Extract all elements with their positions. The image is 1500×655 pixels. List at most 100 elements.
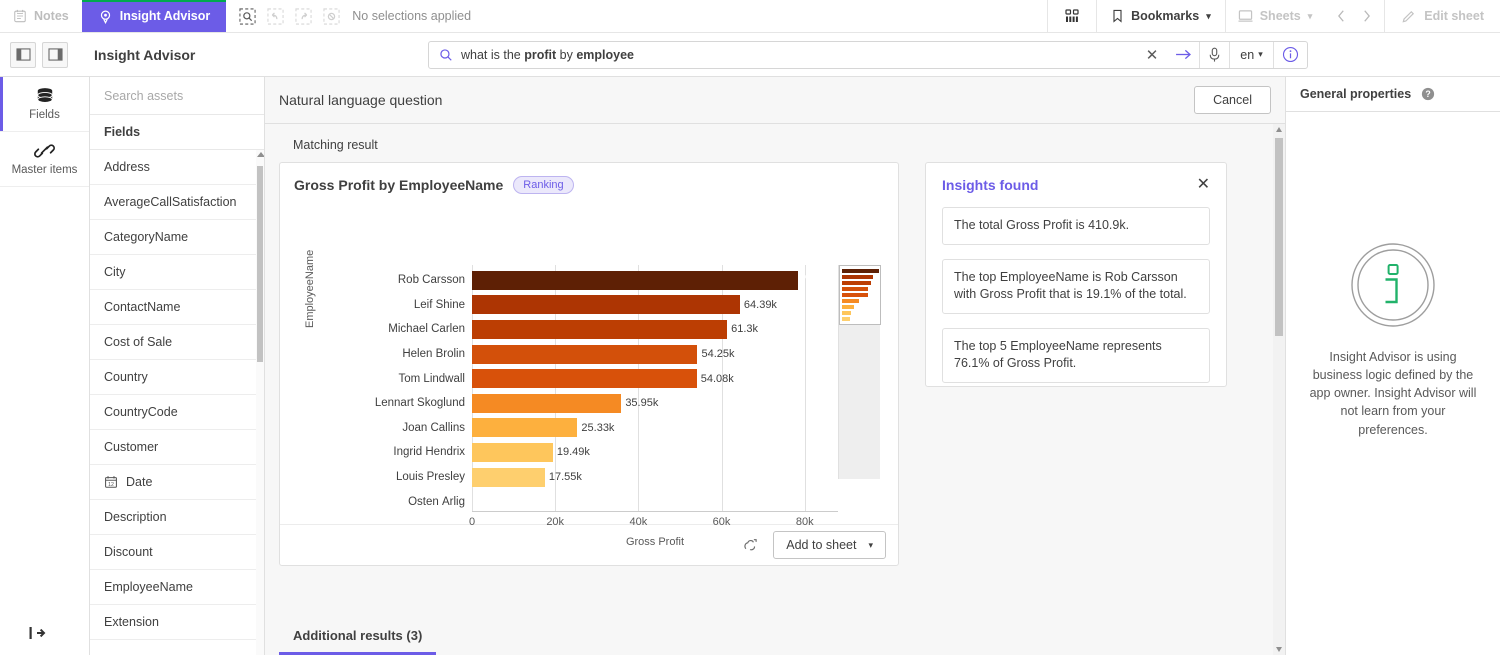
bookmarks-label: Bookmarks: [1131, 9, 1200, 23]
step-back-icon[interactable]: [262, 3, 288, 29]
assets-field-list[interactable]: Address AverageCallSatisfaction Category…: [90, 150, 264, 655]
nlq-search-bar[interactable]: what is the profit by employee ✕ en ▾: [428, 40, 1308, 69]
sheets-button[interactable]: Sheets ▾: [1224, 0, 1325, 32]
chart-bar-row[interactable]: Ingrid Hendrix 19.49k: [324, 440, 838, 465]
list-item[interactable]: AverageCallSatisfaction: [90, 185, 264, 220]
field-label: CountryCode: [104, 405, 178, 419]
clear-search-icon[interactable]: ✕: [1137, 46, 1167, 64]
insight-advisor-info-icon: [1350, 242, 1436, 328]
scrollbar-thumb[interactable]: [257, 166, 263, 362]
assets-panel: Search assets Fields Address AverageCall…: [90, 77, 265, 655]
bar-category-label: Ingrid Hendrix: [393, 446, 465, 459]
field-label: Discount: [104, 545, 153, 559]
toggle-left-panel-button[interactable]: [10, 41, 36, 68]
sidebar-item-fields[interactable]: Fields: [0, 77, 89, 132]
bar-category-label: Helen Brolin: [402, 348, 465, 361]
voice-input-icon[interactable]: [1199, 41, 1229, 68]
list-item[interactable]: ContactName: [90, 290, 264, 325]
x-tick-label: 40k: [629, 516, 648, 528]
minimap-window[interactable]: [839, 265, 881, 325]
bar-chart[interactable]: EmployeeName Rob Carsson 78.54k Leif Shi…: [280, 194, 898, 548]
list-item[interactable]: EmployeeName: [90, 570, 264, 605]
list-item[interactable]: Extension: [90, 605, 264, 640]
cancel-button[interactable]: Cancel: [1194, 86, 1271, 114]
expand-panel-button[interactable]: [0, 625, 89, 655]
edit-sheet-button[interactable]: Edit sheet: [1384, 0, 1500, 32]
bar-value-label: 17.55k: [548, 471, 582, 484]
notes-button[interactable]: Notes: [0, 0, 82, 32]
sheet-icon: [1238, 9, 1253, 23]
next-sheet-button[interactable]: [1361, 9, 1372, 23]
top-bar: Notes Insight Advisor No selections appl…: [0, 0, 1500, 33]
scroll-down-icon[interactable]: [1276, 647, 1282, 652]
search-info-icon[interactable]: [1273, 41, 1307, 68]
insight-advisor-toolbar: Insight Advisor what is the profit by em…: [0, 33, 1500, 77]
list-item[interactable]: City: [90, 255, 264, 290]
bar-value-label: 64.39k: [743, 298, 777, 311]
list-item[interactable]: Address: [90, 150, 264, 185]
x-tick-label: 20k: [546, 516, 565, 528]
assets-scrollbar[interactable]: [256, 150, 264, 655]
chart-bar-row[interactable]: Michael Carlen 61.3k: [324, 317, 838, 342]
page-title: Insight Advisor: [94, 46, 196, 63]
step-forward-icon[interactable]: [290, 3, 316, 29]
submit-search-icon[interactable]: [1167, 48, 1199, 61]
search-icon: [429, 48, 461, 62]
search-input[interactable]: what is the profit by employee: [461, 48, 1137, 62]
properties-title: General properties: [1300, 87, 1412, 101]
scroll-up-icon[interactable]: [257, 152, 264, 157]
chart-bar-row[interactable]: Tom Lindwall 54.08k: [324, 366, 838, 391]
chart-bar-row[interactable]: Joan Callins 25.33k: [324, 416, 838, 441]
assets-search-input[interactable]: Search assets: [90, 77, 264, 115]
chart-x-axis-label: Gross Profit: [625, 536, 685, 548]
list-item[interactable]: Customer: [90, 430, 264, 465]
list-item[interactable]: Description: [90, 500, 264, 535]
field-label: Description: [104, 510, 167, 524]
toggle-right-panel-button[interactable]: [42, 41, 68, 68]
bar-category-label: Tom Lindwall: [398, 372, 465, 385]
list-item[interactable]: Discount: [90, 535, 264, 570]
chart-card[interactable]: Gross Profit by EmployeeName Ranking Emp…: [279, 162, 899, 566]
chart-y-axis-label: EmployeeName: [304, 249, 316, 328]
field-label: City: [104, 265, 126, 279]
clear-selections-icon[interactable]: [318, 3, 344, 29]
tab-additional-results[interactable]: Additional results (3): [279, 618, 437, 655]
bar-value-label: 35.95k: [625, 397, 659, 410]
bar-category-label: Östen Ärlig: [408, 495, 465, 508]
bar-category-label: Joan Callins: [402, 421, 465, 434]
x-tick-label: 80k: [795, 516, 814, 528]
scrollbar-thumb[interactable]: [1275, 138, 1283, 336]
bar-value-label: 78.54k: [800, 274, 834, 287]
chart-bar-row[interactable]: Rob Carsson 78.54k: [324, 268, 838, 293]
link-icon: [34, 142, 55, 160]
results-scrollbar[interactable]: [1273, 124, 1285, 655]
sidebar-item-label: Master items: [11, 164, 78, 176]
bookmarks-button[interactable]: Bookmarks ▾: [1096, 0, 1225, 32]
sidebar-item-master-items[interactable]: Master items: [0, 132, 89, 187]
list-item[interactable]: 12 Date: [90, 465, 264, 500]
chart-bar-row[interactable]: Louis Presley 17.55k: [324, 465, 838, 490]
scroll-up-icon[interactable]: [1276, 127, 1282, 132]
bar-category-label: Rob Carsson: [397, 274, 465, 287]
chart-bar-row[interactable]: Leif Shine 64.39k: [324, 293, 838, 318]
help-icon[interactable]: ?: [1421, 87, 1435, 101]
close-icon[interactable]: ✕: [1197, 177, 1210, 193]
selection-search-icon[interactable]: [234, 3, 260, 29]
chart-bars: Rob Carsson 78.54k Leif Shine 64.39k Mic…: [324, 268, 838, 514]
svg-text:?: ?: [1425, 89, 1430, 99]
list-item[interactable]: Country: [90, 360, 264, 395]
results-area: Matching result Gross Profit by Employee…: [265, 124, 1285, 655]
list-item[interactable]: CategoryName: [90, 220, 264, 255]
chart-bar-row[interactable]: Helen Brolin 54.25k: [324, 342, 838, 367]
language-selector[interactable]: en ▾: [1229, 41, 1273, 68]
previous-sheet-button[interactable]: [1336, 9, 1347, 23]
app-grid-button[interactable]: [1047, 0, 1096, 32]
list-item[interactable]: Cost of Sale: [90, 325, 264, 360]
bar-value-label: 61.3k: [731, 323, 759, 336]
assets-section-header: Fields: [90, 115, 264, 150]
insight-advisor-tab[interactable]: Insight Advisor: [81, 0, 227, 32]
chart-bar-row[interactable]: Lennart Skoglund 35.95k: [324, 391, 838, 416]
main-content: Natural language question Cancel Matchin…: [265, 77, 1285, 655]
list-item[interactable]: CountryCode: [90, 395, 264, 430]
chart-minimap-scrollbar[interactable]: [838, 265, 881, 479]
